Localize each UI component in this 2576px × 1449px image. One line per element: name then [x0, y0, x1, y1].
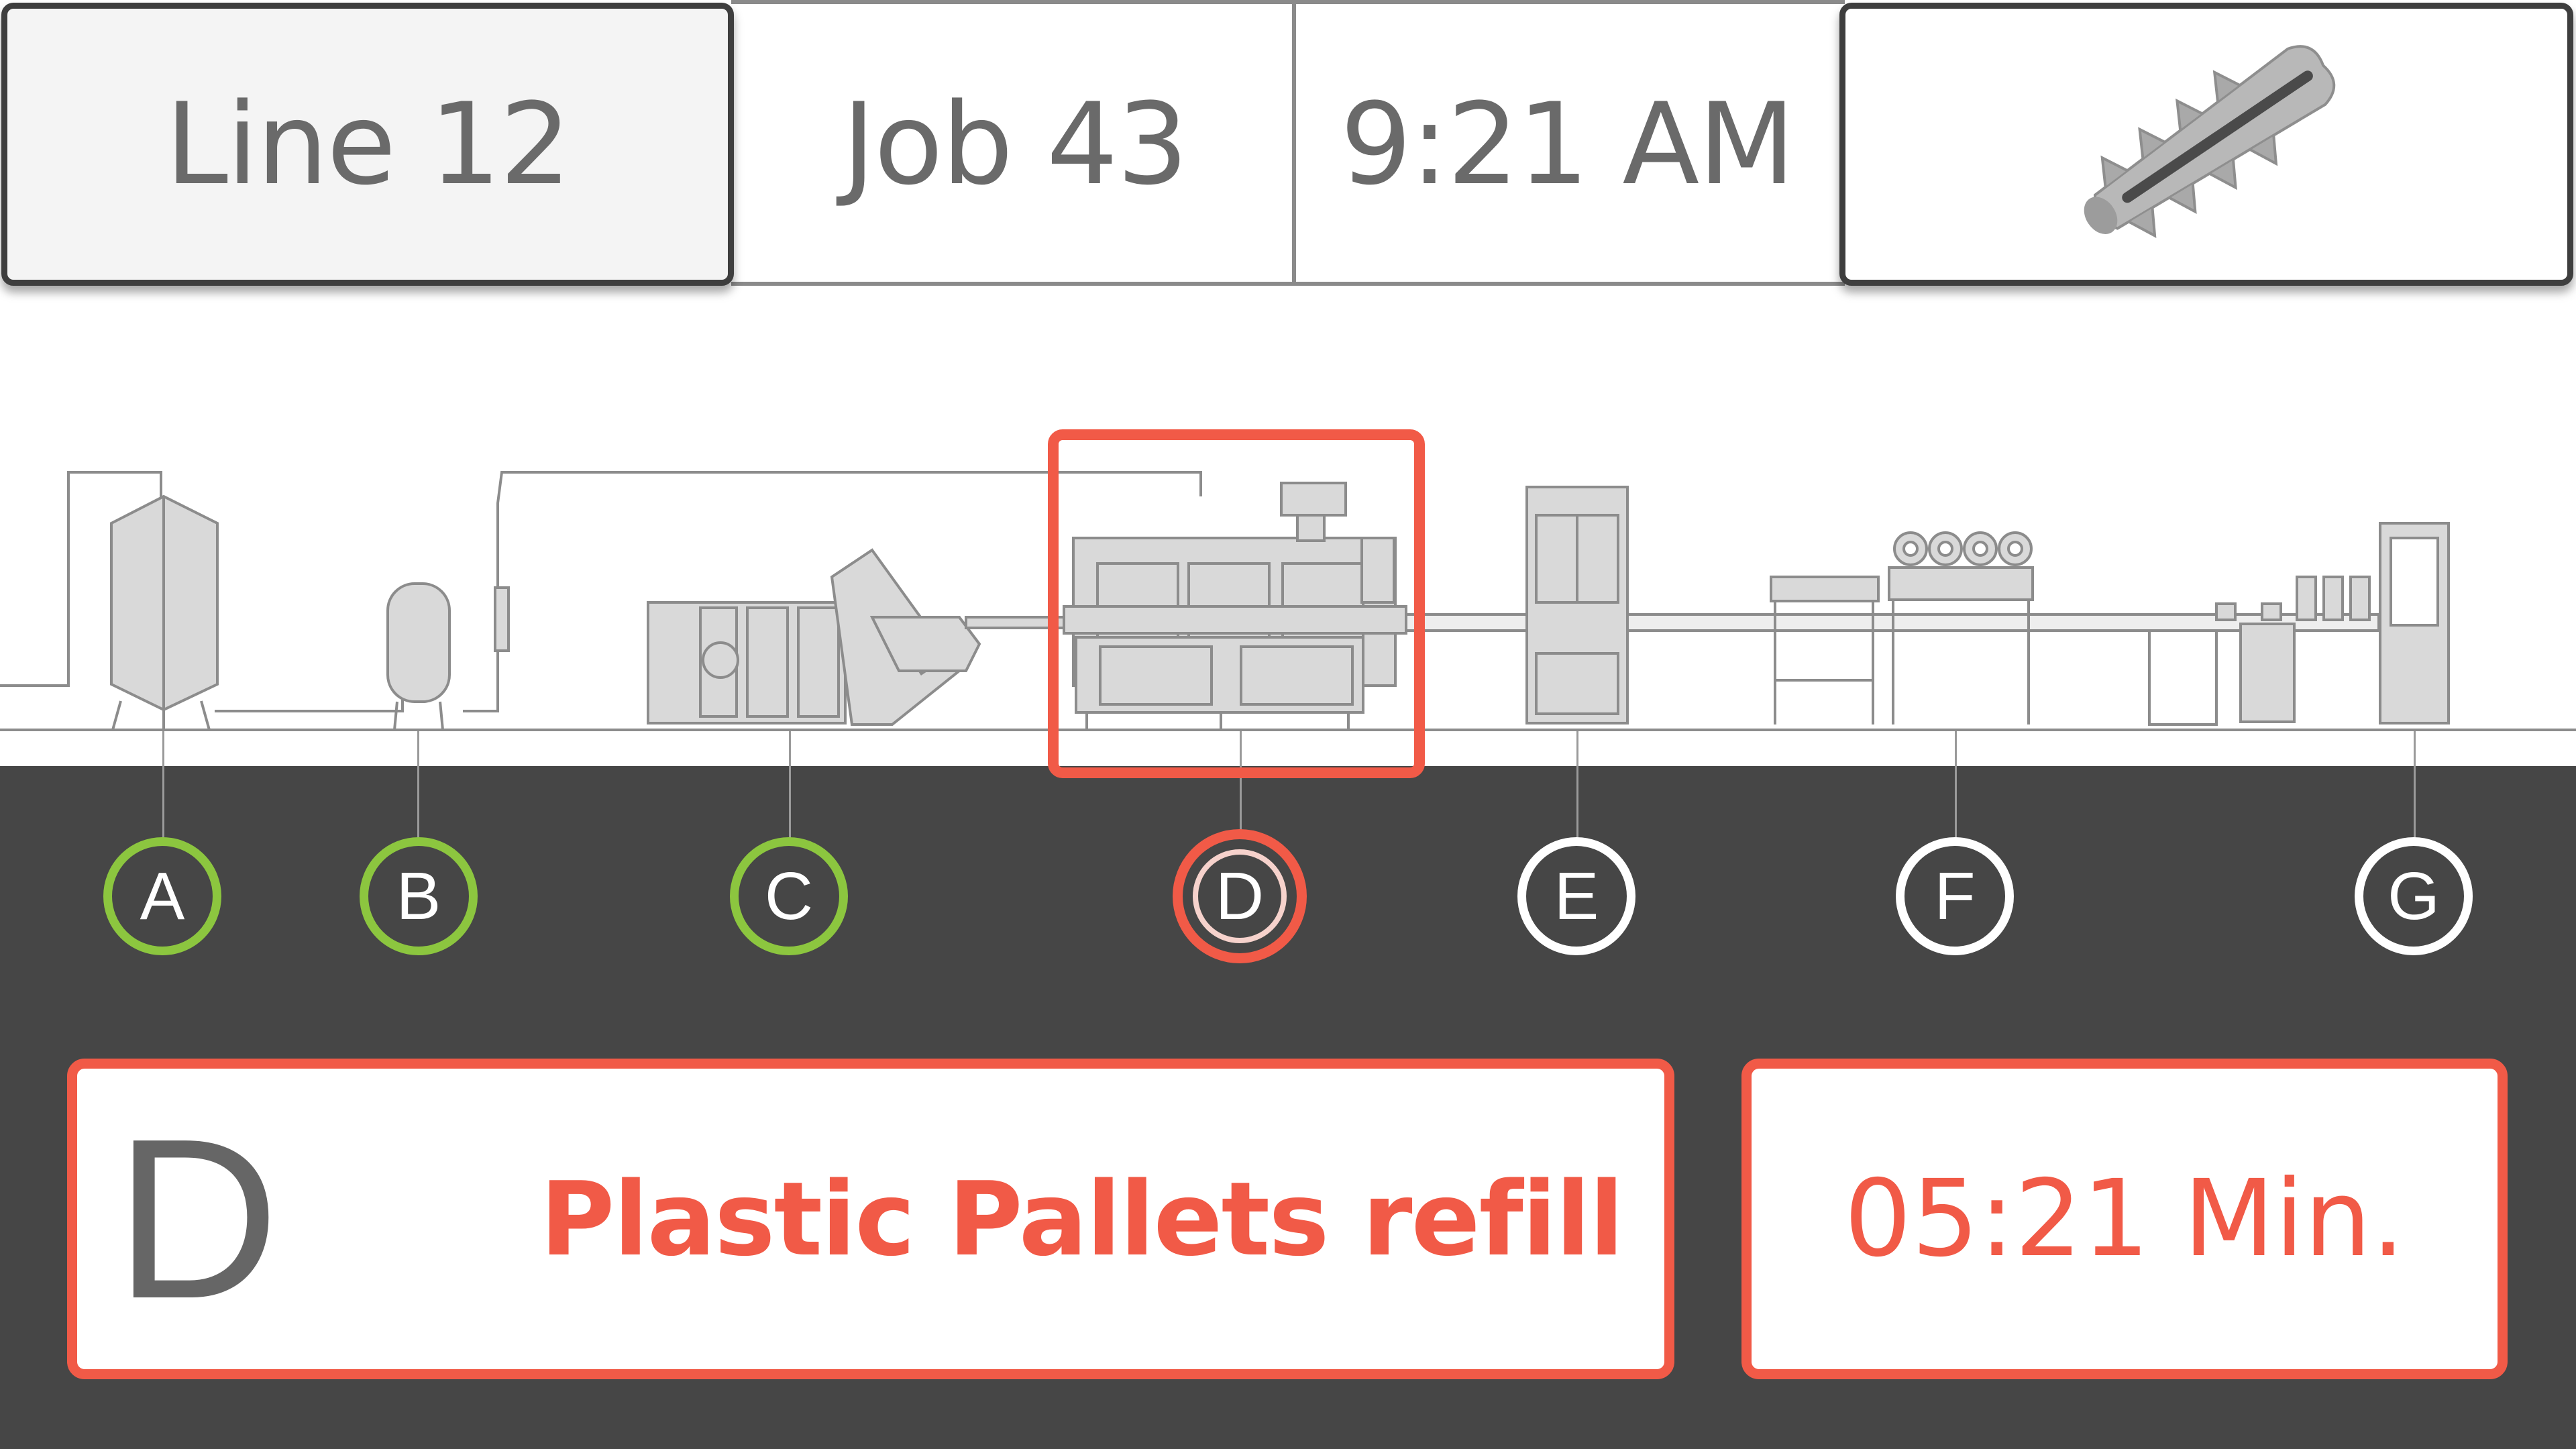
machine-e-cabinet[interactable] — [1525, 486, 1629, 724]
job-indicator[interactable]: Job 43 — [735, 0, 1295, 288]
station-label: A — [140, 858, 185, 934]
selected-machine-frame — [1048, 429, 1425, 778]
alert-station-letter: D — [115, 1091, 280, 1346]
alert-message-box[interactable]: D Plastic Pallets refill — [67, 1059, 1674, 1379]
station-alert-ring: D — [1193, 849, 1287, 943]
alert-message: Plastic Pallets refill — [540, 1159, 1624, 1279]
line-label: Line 12 — [165, 78, 571, 210]
station-e-button[interactable]: E — [1517, 837, 1635, 955]
job-label: Job 43 — [842, 78, 1188, 210]
machine-a-silo[interactable] — [110, 494, 219, 731]
alert-duration: 05:21 Min. — [1843, 1157, 2406, 1281]
station-leader — [789, 731, 791, 839]
station-a-button[interactable]: A — [103, 837, 221, 955]
station-f-button[interactable]: F — [1896, 837, 2014, 955]
station-leader — [2414, 731, 2416, 839]
alert-timer-box: 05:21 Min. — [1741, 1059, 2508, 1379]
station-leader — [1955, 731, 1957, 839]
machine-c-dryer[interactable] — [647, 548, 1068, 726]
station-label: C — [764, 858, 814, 934]
station-b-button[interactable]: B — [360, 837, 478, 955]
station-label: F — [1934, 858, 1976, 934]
product-button[interactable] — [1839, 3, 2573, 286]
clock: 9:21 AM — [1295, 0, 1839, 288]
line-selector-button[interactable]: Line 12 — [1, 3, 734, 286]
station-label: B — [396, 858, 441, 934]
top-bar: Line 12 Job 43 9:21 AM — [0, 0, 2576, 295]
clock-time: 9:21 AM — [1340, 78, 1796, 210]
station-label: G — [2387, 858, 2440, 934]
station-d-button[interactable]: D — [1173, 829, 1307, 963]
station-label: E — [1554, 858, 1599, 934]
station-leader — [162, 731, 164, 839]
machine-b-tank[interactable] — [386, 582, 510, 731]
wall-plug-anchor-icon — [2084, 45, 2336, 238]
station-c-button[interactable]: C — [730, 837, 848, 955]
station-g-button[interactable]: G — [2355, 837, 2473, 955]
station-label: D — [1215, 858, 1265, 934]
station-leader — [417, 731, 419, 839]
station-leader — [1576, 731, 1578, 839]
